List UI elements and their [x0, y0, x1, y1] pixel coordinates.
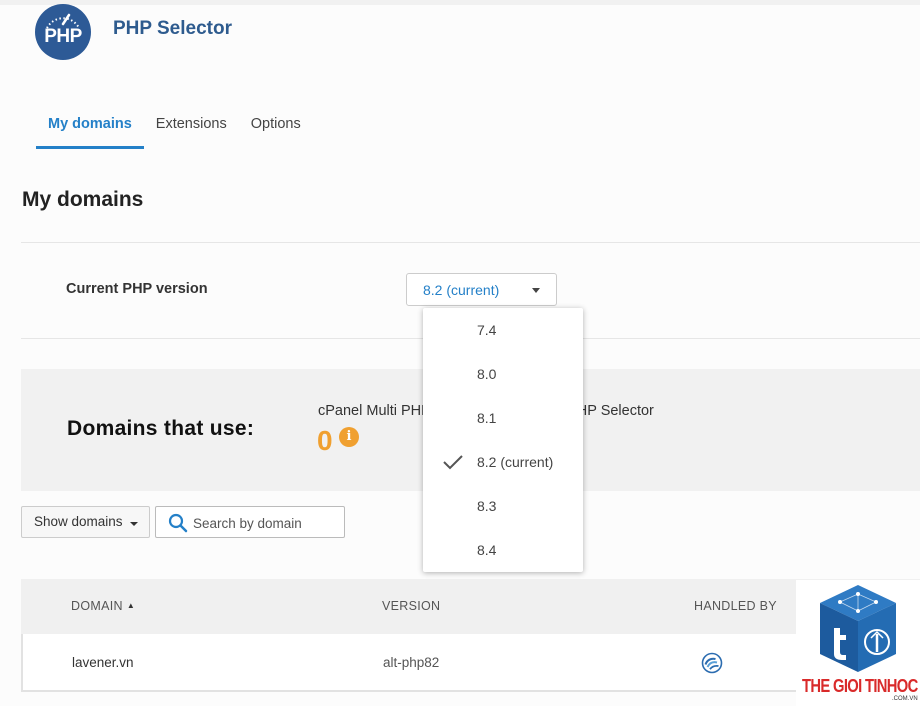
page-title: My domains [22, 188, 144, 211]
domain-count: 0 [317, 425, 333, 456]
version-option-label: 8.1 [477, 410, 497, 426]
php-logo: PHP [35, 4, 91, 60]
table-header: DOMAIN ▲ VERSION HANDLED BY [21, 579, 920, 634]
show-domains-label: Show domains [34, 514, 123, 529]
summary-title: Domains that use: [67, 417, 255, 440]
app-title: PHP Selector [113, 18, 232, 39]
version-option[interactable]: 8.1 [423, 396, 583, 440]
checkmark-icon [443, 455, 463, 470]
column-label: DOMAIN [71, 599, 123, 613]
top-border [0, 0, 920, 5]
version-option-label: 8.2 (current) [477, 454, 554, 470]
column-header-domain[interactable]: DOMAIN ▲ [71, 599, 135, 613]
domains-table: DOMAIN ▲ VERSION HANDLED BY lavener.vn al… [21, 579, 920, 692]
caret-down-icon [130, 522, 138, 526]
cloudlinux-icon [701, 652, 723, 674]
version-option-label: 8.3 [477, 498, 497, 514]
version-option-label: 8.0 [477, 366, 497, 382]
version-option[interactable]: 8.3 [423, 484, 583, 528]
summary-subtitle-start: cPanel Multi PHP [318, 403, 431, 419]
php-version-value: 8.2 (current) [423, 282, 500, 298]
version-option-selected[interactable]: 8.2 (current) [423, 440, 583, 484]
tab-my-domains[interactable]: My domains [36, 109, 144, 149]
logo-text: PHP [44, 26, 82, 47]
watermark-text: THE GIOI TINHOC [802, 676, 918, 696]
caret-down-icon [532, 288, 540, 293]
search-icon [168, 513, 188, 533]
search-input[interactable] [193, 513, 338, 533]
column-header-handled-by[interactable]: HANDLED BY [694, 599, 777, 613]
tab-bar: My domains Extensions Options [36, 109, 313, 149]
divider [21, 242, 920, 243]
tab-options[interactable]: Options [239, 109, 313, 149]
sort-ascending-icon: ▲ [126, 601, 136, 610]
info-icon[interactable]: i [339, 427, 359, 447]
version-option-label: 8.4 [477, 542, 497, 558]
watermark-subtext: .COM.VN [892, 696, 918, 702]
search-box [155, 506, 345, 538]
cube-logo-icon [820, 585, 896, 672]
version-option-label: 7.4 [477, 322, 497, 338]
column-header-version[interactable]: VERSION [382, 599, 440, 613]
php-version-select[interactable]: 8.2 (current) [406, 273, 557, 306]
watermark-logo: THE GIOI TINHOC .COM.VN [796, 580, 920, 706]
show-domains-button[interactable]: Show domains [21, 506, 150, 538]
tab-extensions[interactable]: Extensions [144, 109, 239, 149]
table-row[interactable]: lavener.vn alt-php82 [21, 634, 920, 692]
version-option[interactable]: 8.0 [423, 352, 583, 396]
version-cell: alt-php82 [383, 655, 440, 670]
version-option[interactable]: 8.4 [423, 528, 583, 572]
version-option[interactable]: 7.4 [423, 308, 583, 352]
domain-cell: lavener.vn [72, 655, 134, 670]
php-version-label: Current PHP version [66, 281, 208, 297]
php-version-dropdown: 7.4 8.0 8.1 8.2 (current) 8.3 8.4 [423, 308, 583, 572]
